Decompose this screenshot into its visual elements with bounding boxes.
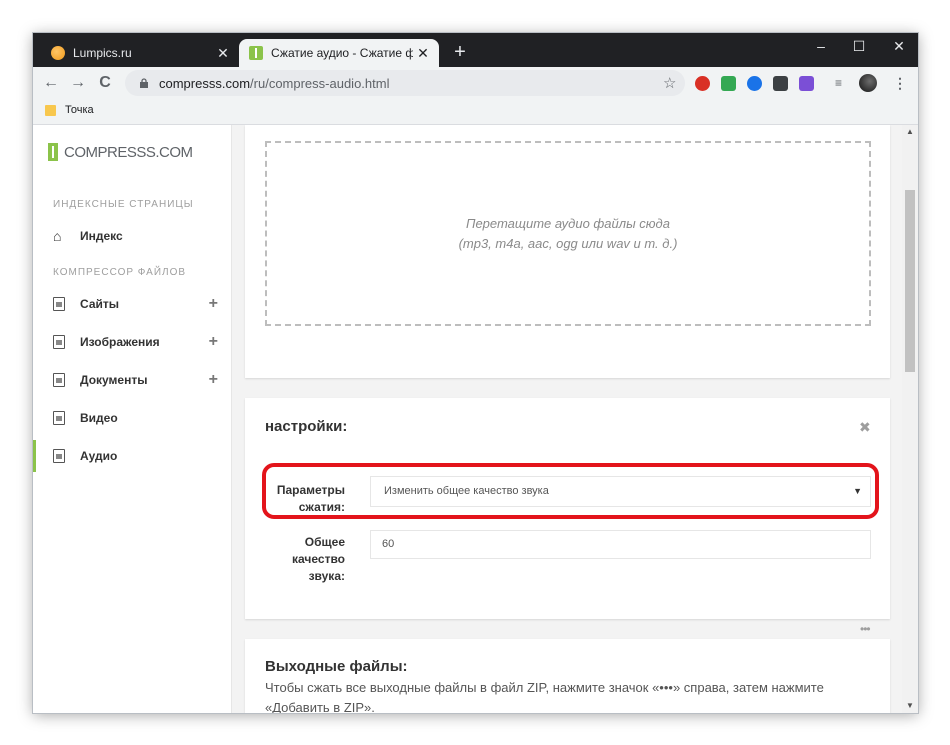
expand-plus-icon[interactable]: +	[209, 295, 218, 313]
document-file-icon	[53, 373, 65, 387]
tab-lumpics[interactable]: Lumpics.ru ✕	[41, 39, 239, 67]
expand-plus-icon[interactable]: +	[209, 333, 218, 351]
extension-purple-icon[interactable]	[799, 76, 814, 91]
settings-title: настройки:	[265, 418, 348, 435]
menu-dots-icon[interactable]: ⋮	[893, 76, 908, 91]
sidebar-item-sites[interactable]: Сайты +	[33, 288, 232, 320]
bookmarks-bar: Точка	[33, 99, 918, 125]
sidebar: COMPRESSS.COM ИНДЕКСНЫЕ СТРАНИЦЫ ⌂ Индек…	[33, 125, 232, 713]
sidebar-item-images[interactable]: Изображения +	[33, 326, 232, 358]
expand-plus-icon[interactable]: +	[209, 371, 218, 389]
scroll-down-icon[interactable]: ▼	[906, 701, 914, 710]
sidebar-item-index[interactable]: ⌂ Индекс	[33, 220, 232, 252]
drop-zone[interactable]: Перетащите аудио файлы сюда (mp3, m4a, a…	[265, 141, 871, 326]
bookmark-star-icon[interactable]: ☆	[663, 74, 676, 92]
sidebar-item-label: Видео	[80, 411, 118, 425]
forward-button[interactable]: →	[66, 71, 90, 95]
new-tab-button[interactable]: +	[449, 41, 471, 63]
minimize-button[interactable]: –	[801, 33, 841, 63]
logo-text: COMPRESSS.COM	[64, 143, 193, 161]
back-button[interactable]: ←	[39, 71, 63, 95]
sidebar-item-label: Документы	[80, 373, 148, 387]
lumpics-favicon-icon	[51, 46, 65, 60]
output-instructions: Чтобы сжать все выходные файлы в файл ZI…	[265, 680, 824, 713]
drop-zone-formats: (mp3, m4a, aac, ogg или wav и т. д.)	[458, 235, 678, 251]
section-title-compressor: КОМПРЕССОР ФАЙЛОВ	[53, 267, 187, 278]
sidebar-item-label: Изображения	[80, 335, 160, 349]
sidebar-item-label: Сайты	[80, 297, 119, 311]
bookmark-tochka[interactable]: Точка	[65, 104, 94, 116]
code-file-icon	[53, 297, 65, 311]
output-menu-icon[interactable]: •••	[860, 622, 871, 636]
extension-globe-icon[interactable]	[747, 76, 762, 91]
scrollbar-thumb[interactable]	[905, 190, 915, 372]
site-logo[interactable]: COMPRESSS.COM	[48, 143, 193, 161]
sidebar-item-video[interactable]: Видео	[33, 402, 232, 434]
quality-input[interactable]: 60	[370, 530, 871, 559]
quality-label-line: качество	[292, 552, 345, 566]
sidebar-item-label: Аудио	[80, 449, 118, 463]
page-scrollbar[interactable]: ▲ ▼	[902, 125, 918, 713]
address-bar[interactable]: compresss.com /ru/compress-audio.html	[125, 70, 685, 96]
tab-title: Сжатие аудио - Сжатие файлов	[271, 46, 413, 60]
media-controls-icon[interactable]: ≡	[835, 76, 850, 91]
audio-file-icon	[53, 449, 65, 463]
image-file-icon	[53, 335, 65, 349]
quality-label-line: Общее	[304, 535, 345, 549]
profile-avatar[interactable]	[859, 74, 877, 92]
extension-check-icon[interactable]	[721, 76, 736, 91]
sidebar-item-label: Индекс	[80, 229, 123, 243]
browser-toolbar: ← → C compresss.com /ru/compress-audio.h…	[33, 67, 918, 99]
quality-label-line: звука:	[308, 569, 345, 583]
close-settings-icon[interactable]: ✖	[859, 419, 871, 436]
window-close-button[interactable]: ✕	[879, 33, 918, 63]
home-icon: ⌂	[53, 228, 62, 244]
extension-red-icon[interactable]	[695, 76, 710, 91]
compress-favicon-icon	[249, 46, 263, 60]
maximize-button[interactable]: ☐	[839, 33, 879, 63]
reload-button[interactable]: C	[93, 71, 117, 95]
highlight-frame	[262, 463, 879, 519]
drop-zone-text: Перетащите аудио файлы сюда	[466, 215, 670, 231]
close-tab-icon[interactable]: ✕	[213, 45, 233, 62]
tab-strip: Lumpics.ru ✕ Сжатие аудио - Сжатие файло…	[33, 33, 918, 67]
url-host: compresss.com	[159, 75, 251, 91]
extension-cube-icon[interactable]	[773, 76, 788, 91]
tab-title: Lumpics.ru	[73, 46, 132, 60]
folder-icon	[45, 105, 56, 116]
section-title-index: ИНДЕКСНЫЕ СТРАНИЦЫ	[53, 199, 194, 210]
sidebar-item-audio[interactable]: Аудио	[33, 440, 232, 472]
lock-icon	[140, 78, 148, 88]
logo-mark-icon	[48, 143, 58, 161]
browser-window: Lumpics.ru ✕ Сжатие аудио - Сжатие файло…	[33, 33, 918, 713]
output-title: Выходные файлы:	[265, 658, 408, 675]
tab-compress-audio[interactable]: Сжатие аудио - Сжатие файлов ✕	[239, 39, 439, 67]
quality-label: Общее качество звука:	[259, 534, 345, 585]
sidebar-item-documents[interactable]: Документы +	[33, 364, 232, 396]
page-viewport: COMPRESSS.COM ИНДЕКСНЫЕ СТРАНИЦЫ ⌂ Индек…	[33, 125, 918, 713]
scroll-up-icon[interactable]: ▲	[906, 127, 914, 136]
url-path: /ru/compress-audio.html	[250, 75, 390, 91]
video-file-icon	[53, 411, 65, 425]
close-tab-icon[interactable]: ✕	[413, 45, 433, 62]
